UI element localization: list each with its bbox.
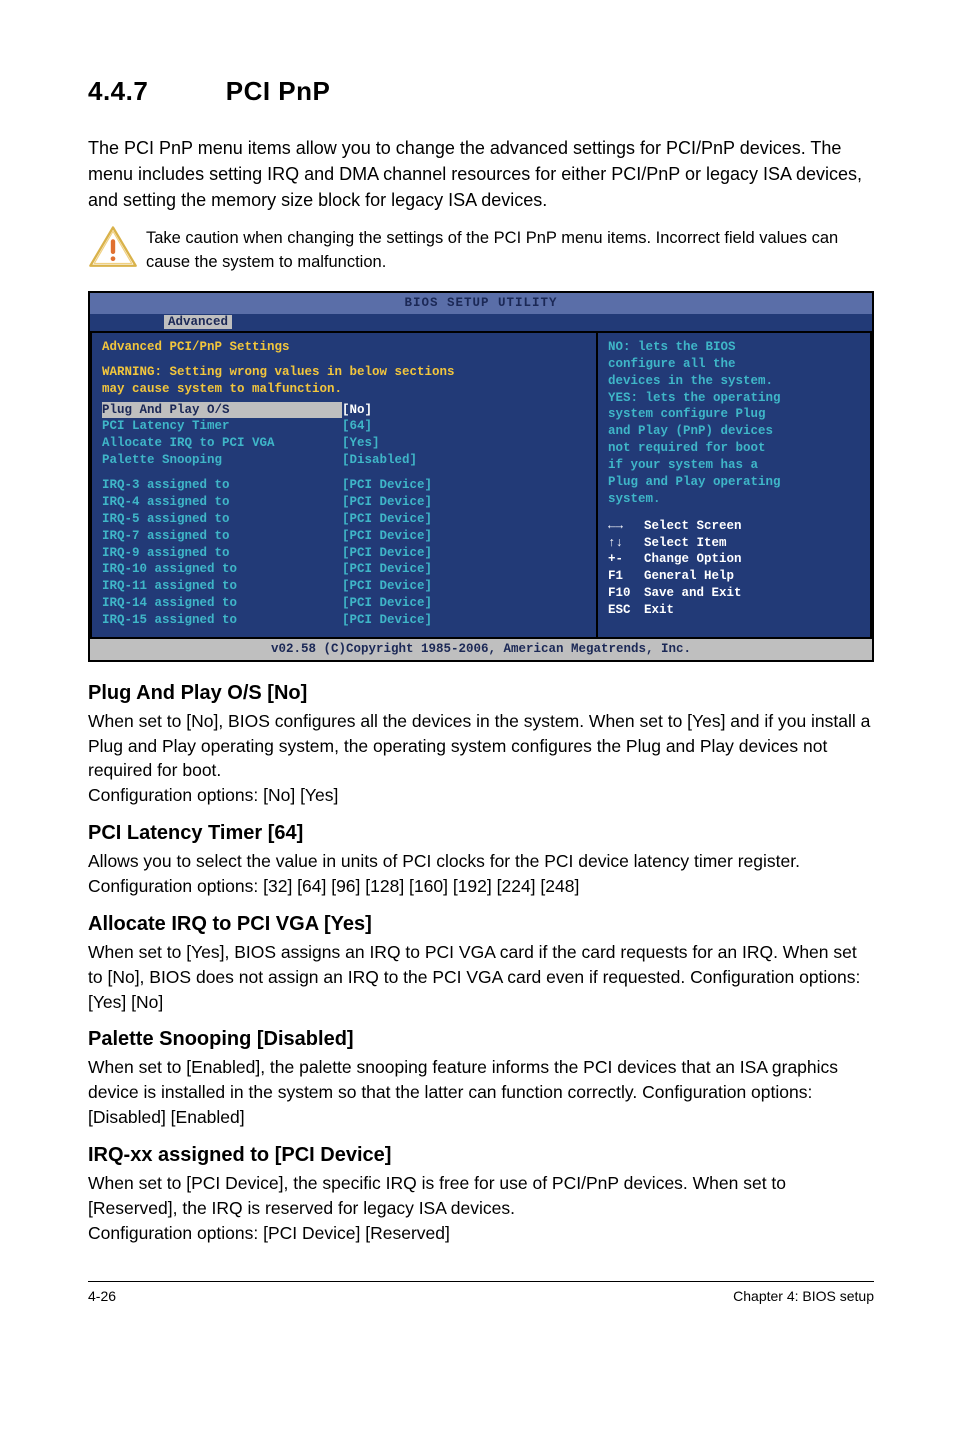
bios-irq-row[interactable]: IRQ-10 assigned to[PCI Device]: [102, 561, 586, 578]
option-heading-irqxx: IRQ-xx assigned to [PCI Device]: [88, 1144, 874, 1167]
bios-irq-row[interactable]: IRQ-14 assigned to[PCI Device]: [102, 595, 586, 612]
option-heading-plug: Plug And Play O/S [No]: [88, 682, 874, 705]
bios-irq-row[interactable]: IRQ-9 assigned to[PCI Device]: [102, 545, 586, 562]
section-heading: 4.4.7 PCI PnP: [88, 76, 874, 107]
nav-key: F1: [608, 568, 644, 585]
bios-item-value: [64]: [342, 418, 586, 435]
help-line: system configure Plug: [608, 406, 860, 423]
bios-item-value: [No]: [342, 402, 586, 419]
page-number: 4-26: [88, 1288, 116, 1304]
nav-label: Select Screen: [644, 518, 742, 535]
bios-irq-value: [PCI Device]: [342, 494, 586, 511]
option-body-latency: Allows you to select the value in units …: [88, 849, 874, 899]
bios-irq-row[interactable]: IRQ-4 assigned to[PCI Device]: [102, 494, 586, 511]
help-line: if your system has a: [608, 457, 860, 474]
bios-irq-value: [PCI Device]: [342, 477, 586, 494]
nav-label: Change Option: [644, 551, 742, 568]
nav-line: F1General Help: [608, 568, 860, 585]
bios-irq-label: IRQ-10 assigned to: [102, 561, 342, 578]
bios-irq-label: IRQ-15 assigned to: [102, 612, 342, 629]
help-line: NO: lets the BIOS: [608, 339, 860, 356]
caution-text: Take caution when changing the settings …: [146, 225, 874, 275]
bios-irq-label: IRQ-7 assigned to: [102, 528, 342, 545]
bios-irq-value: [PCI Device]: [342, 561, 586, 578]
nav-line: ESCExit: [608, 602, 860, 619]
bios-item-value: [Disabled]: [342, 452, 586, 469]
bios-irq-value: [PCI Device]: [342, 545, 586, 562]
nav-key: +-: [608, 551, 644, 568]
nav-line: ↑↓Select Item: [608, 535, 860, 552]
bios-warning-2: may cause system to malfunction.: [102, 381, 586, 398]
intro-paragraph: The PCI PnP menu items allow you to chan…: [88, 135, 874, 213]
bios-tabrow: Advanced: [90, 314, 872, 331]
option-body-irqxx: When set to [PCI Device], the specific I…: [88, 1171, 874, 1246]
bios-irq-label: IRQ-9 assigned to: [102, 545, 342, 562]
nav-label: General Help: [644, 568, 734, 585]
option-body-irqvga: When set to [Yes], BIOS assigns an IRQ t…: [88, 940, 874, 1015]
help-line: Plug and Play operating: [608, 474, 860, 491]
bios-irq-row[interactable]: IRQ-5 assigned to[PCI Device]: [102, 511, 586, 528]
option-heading-palette: Palette Snooping [Disabled]: [88, 1028, 874, 1051]
help-line: system.: [608, 491, 860, 508]
bios-item-label: Palette Snooping: [102, 452, 342, 469]
bios-item-plug-and-play[interactable]: Plug And Play O/S [No]: [102, 402, 586, 419]
chapter-label: Chapter 4: BIOS setup: [733, 1288, 874, 1304]
bios-help-panel: NO: lets the BIOS configure all the devi…: [596, 331, 872, 639]
bios-irq-label: IRQ-3 assigned to: [102, 477, 342, 494]
nav-key: ↑↓: [608, 535, 644, 552]
bios-irq-label: IRQ-4 assigned to: [102, 494, 342, 511]
nav-line: ←→Select Screen: [608, 518, 860, 535]
nav-line: +-Change Option: [608, 551, 860, 568]
bios-irq-value: [PCI Device]: [342, 528, 586, 545]
nav-line: F10Save and Exit: [608, 585, 860, 602]
option-heading-irqvga: Allocate IRQ to PCI VGA [Yes]: [88, 913, 874, 936]
bios-footer: v02.58 (C)Copyright 1985-2006, American …: [90, 639, 872, 660]
bios-irq-value: [PCI Device]: [342, 511, 586, 528]
bios-item-label: Allocate IRQ to PCI VGA: [102, 435, 342, 452]
bios-title: BIOS SETUP UTILITY: [90, 293, 872, 314]
help-line: configure all the: [608, 356, 860, 373]
bios-irq-label: IRQ-14 assigned to: [102, 595, 342, 612]
bios-item-label: Plug And Play O/S: [102, 402, 342, 419]
bios-item-allocate-irq[interactable]: Allocate IRQ to PCI VGA [Yes]: [102, 435, 586, 452]
option-heading-latency: PCI Latency Timer [64]: [88, 822, 874, 845]
bios-item-palette-snooping[interactable]: Palette Snooping [Disabled]: [102, 452, 586, 469]
bios-tab-advanced[interactable]: Advanced: [164, 315, 232, 329]
nav-label: Exit: [644, 602, 674, 619]
help-line: devices in the system.: [608, 373, 860, 390]
bios-irq-row[interactable]: IRQ-3 assigned to[PCI Device]: [102, 477, 586, 494]
bios-item-value: [Yes]: [342, 435, 586, 452]
bios-item-label: PCI Latency Timer: [102, 418, 342, 435]
help-line: YES: lets the operating: [608, 390, 860, 407]
bios-irq-value: [PCI Device]: [342, 578, 586, 595]
bios-irq-row[interactable]: IRQ-11 assigned to[PCI Device]: [102, 578, 586, 595]
help-line: and Play (PnP) devices: [608, 423, 860, 440]
bios-panel-title: Advanced PCI/PnP Settings: [102, 339, 586, 356]
bios-irq-label: IRQ-5 assigned to: [102, 511, 342, 528]
section-number: 4.4.7: [88, 76, 218, 107]
bios-irq-row[interactable]: IRQ-15 assigned to[PCI Device]: [102, 612, 586, 629]
nav-label: Save and Exit: [644, 585, 742, 602]
bios-irq-value: [PCI Device]: [342, 595, 586, 612]
bios-item-pci-latency[interactable]: PCI Latency Timer [64]: [102, 418, 586, 435]
nav-key: F10: [608, 585, 644, 602]
nav-key: ←→: [608, 518, 644, 535]
help-line: not required for boot: [608, 440, 860, 457]
nav-key: ESC: [608, 602, 644, 619]
bios-left-panel: Advanced PCI/PnP Settings WARNING: Setti…: [90, 331, 596, 639]
section-title: PCI PnP: [226, 76, 331, 106]
option-body-plug: When set to [No], BIOS configures all th…: [88, 709, 874, 808]
bios-screenshot: BIOS SETUP UTILITY Advanced Advanced PCI…: [88, 291, 874, 662]
caution-icon: [88, 225, 146, 274]
bios-irq-value: [PCI Device]: [342, 612, 586, 629]
option-body-palette: When set to [Enabled], the palette snoop…: [88, 1055, 874, 1130]
bios-irq-label: IRQ-11 assigned to: [102, 578, 342, 595]
bios-warning-1: WARNING: Setting wrong values in below s…: [102, 364, 586, 381]
nav-label: Select Item: [644, 535, 727, 552]
bios-irq-row[interactable]: IRQ-7 assigned to[PCI Device]: [102, 528, 586, 545]
